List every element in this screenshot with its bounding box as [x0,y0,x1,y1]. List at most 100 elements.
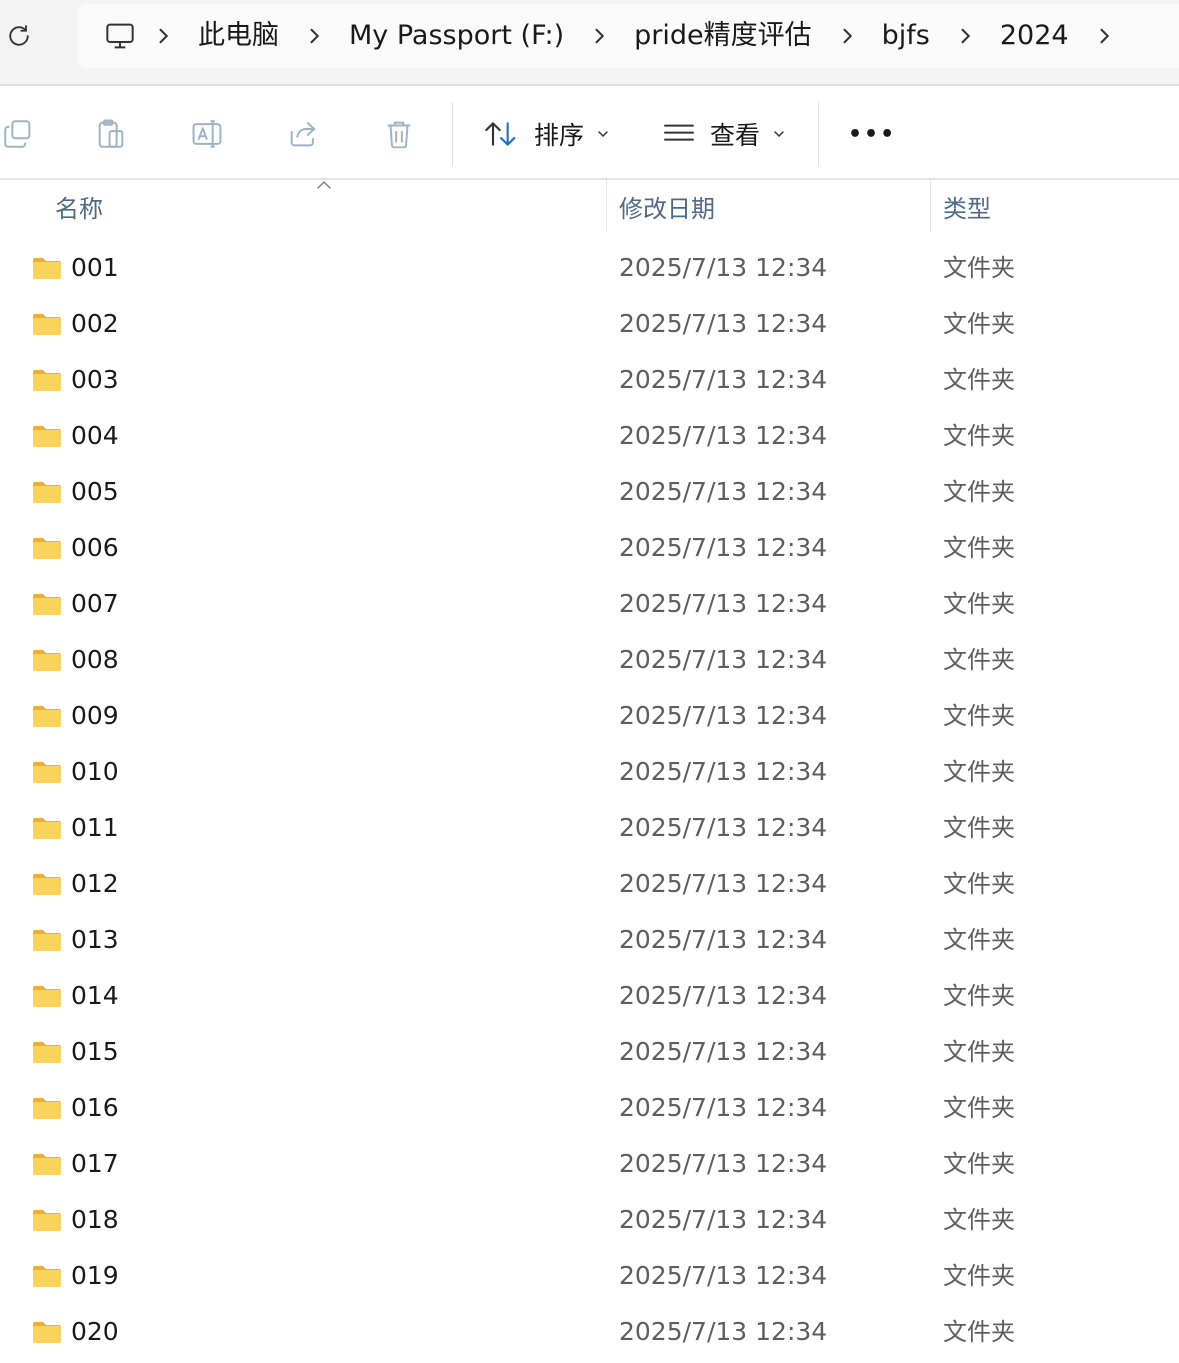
sort-button[interactable]: 排序 [482,110,610,158]
chevron-right-icon[interactable] [940,18,990,54]
file-name: 019 [71,1261,119,1290]
folder-icon [32,648,62,676]
file-type: 文件夹 [943,254,1015,282]
table-row[interactable]: 019 2025/7/13 12:34 文件夹 [0,1248,1179,1304]
modified-date: 2025/7/13 12:34 [619,477,828,506]
chevron-right-icon[interactable] [138,18,188,54]
folder-icon [32,1096,62,1124]
column-header-row: 名称 修改日期 类型 [0,180,1179,232]
more-icon: ••• [848,121,897,147]
file-type: 文件夹 [943,1262,1015,1290]
table-row[interactable]: 016 2025/7/13 12:34 文件夹 [0,1080,1179,1136]
table-row[interactable]: 010 2025/7/13 12:34 文件夹 [0,744,1179,800]
table-row[interactable]: 006 2025/7/13 12:34 文件夹 [0,520,1179,576]
table-row[interactable]: 017 2025/7/13 12:34 文件夹 [0,1136,1179,1192]
folder-icon [32,592,62,620]
table-row[interactable]: 009 2025/7/13 12:34 文件夹 [0,688,1179,744]
chevron-right-icon[interactable] [574,18,624,54]
file-name: 012 [71,869,119,898]
table-row[interactable]: 005 2025/7/13 12:34 文件夹 [0,464,1179,520]
folder-icon [32,368,62,396]
modified-date: 2025/7/13 12:34 [619,365,828,394]
table-row[interactable]: 012 2025/7/13 12:34 文件夹 [0,856,1179,912]
table-row[interactable]: 007 2025/7/13 12:34 文件夹 [0,576,1179,632]
file-type: 文件夹 [943,310,1015,338]
refresh-icon[interactable] [0,16,38,56]
chevron-right-icon[interactable] [289,18,339,54]
modified-date: 2025/7/13 12:34 [619,1149,828,1178]
file-name: 016 [71,1093,119,1122]
modified-date: 2025/7/13 12:34 [619,1093,828,1122]
file-name: 002 [71,309,119,338]
file-name: 011 [71,813,119,842]
modified-date: 2025/7/13 12:34 [619,421,828,450]
chevron-right-icon[interactable] [822,18,872,54]
breadcrumb-pride[interactable]: pride精度评估 [624,18,822,54]
copy-icon[interactable] [0,114,38,154]
file-type: 文件夹 [943,366,1015,394]
folder-icon [32,256,62,284]
breadcrumb-2024[interactable]: 2024 [990,18,1079,54]
column-separator[interactable] [606,180,607,232]
paste-icon[interactable] [91,114,131,154]
file-name: 004 [71,421,119,450]
table-row[interactable]: 020 2025/7/13 12:34 文件夹 [0,1304,1179,1360]
modified-date: 2025/7/13 12:34 [619,925,828,954]
table-row[interactable]: 004 2025/7/13 12:34 文件夹 [0,408,1179,464]
modified-date: 2025/7/13 12:34 [619,1261,828,1290]
table-row[interactable]: 013 2025/7/13 12:34 文件夹 [0,912,1179,968]
folder-icon [32,704,62,732]
table-row[interactable]: 001 2025/7/13 12:34 文件夹 [0,240,1179,296]
chevron-right-icon[interactable] [1079,18,1129,54]
share-icon[interactable] [283,114,323,154]
column-separator[interactable] [930,180,931,232]
modified-date: 2025/7/13 12:34 [619,253,828,282]
view-list-icon [662,120,696,148]
breadcrumb-bjfs[interactable]: bjfs [872,18,940,54]
file-type: 文件夹 [943,646,1015,674]
file-name: 020 [71,1317,119,1346]
address-box[interactable]: 此电脑 My Passport (F:) pride精度评估 bjfs 2024 [78,4,1179,68]
breadcrumb-drive[interactable]: My Passport (F:) [339,18,574,54]
view-button[interactable]: 查看 [662,110,786,158]
modified-date: 2025/7/13 12:34 [619,1317,828,1346]
table-row[interactable]: 015 2025/7/13 12:34 文件夹 [0,1024,1179,1080]
modified-date: 2025/7/13 12:34 [619,701,828,730]
column-header-date[interactable]: 修改日期 [619,180,919,232]
table-row[interactable]: 011 2025/7/13 12:34 文件夹 [0,800,1179,856]
file-name: 005 [71,477,119,506]
column-header-type[interactable]: 类型 [943,180,1163,232]
file-type: 文件夹 [943,1150,1015,1178]
chevron-down-icon [596,129,610,139]
file-name: 007 [71,589,119,618]
table-row[interactable]: 014 2025/7/13 12:34 文件夹 [0,968,1179,1024]
folder-icon [32,928,62,956]
column-header-name[interactable]: 名称 [55,180,595,232]
file-type: 文件夹 [943,870,1015,898]
sort-icon [482,118,520,150]
file-name: 014 [71,981,119,1010]
folder-icon [32,312,62,340]
folder-icon [32,872,62,900]
breadcrumb-this-pc[interactable]: 此电脑 [188,18,289,54]
file-name: 013 [71,925,119,954]
folder-icon [32,536,62,564]
table-row[interactable]: 002 2025/7/13 12:34 文件夹 [0,296,1179,352]
file-type: 文件夹 [943,702,1015,730]
more-options-button[interactable]: ••• [848,110,896,158]
table-row[interactable]: 008 2025/7/13 12:34 文件夹 [0,632,1179,688]
file-name: 010 [71,757,119,786]
modified-date: 2025/7/13 12:34 [619,813,828,842]
file-type: 文件夹 [943,422,1015,450]
monitor-icon[interactable] [102,18,138,54]
folder-icon [32,816,62,844]
delete-icon[interactable] [379,114,419,154]
file-name: 003 [71,365,119,394]
file-name: 001 [71,253,119,282]
table-row[interactable]: 003 2025/7/13 12:34 文件夹 [0,352,1179,408]
rename-icon[interactable] [187,114,227,154]
file-list: 001 2025/7/13 12:34 文件夹 002 2025/7/13 12:34 文… [0,240,1179,1360]
table-row[interactable]: 018 2025/7/13 12:34 文件夹 [0,1192,1179,1248]
toolbar-divider [818,102,819,166]
modified-date: 2025/7/13 12:34 [619,869,828,898]
